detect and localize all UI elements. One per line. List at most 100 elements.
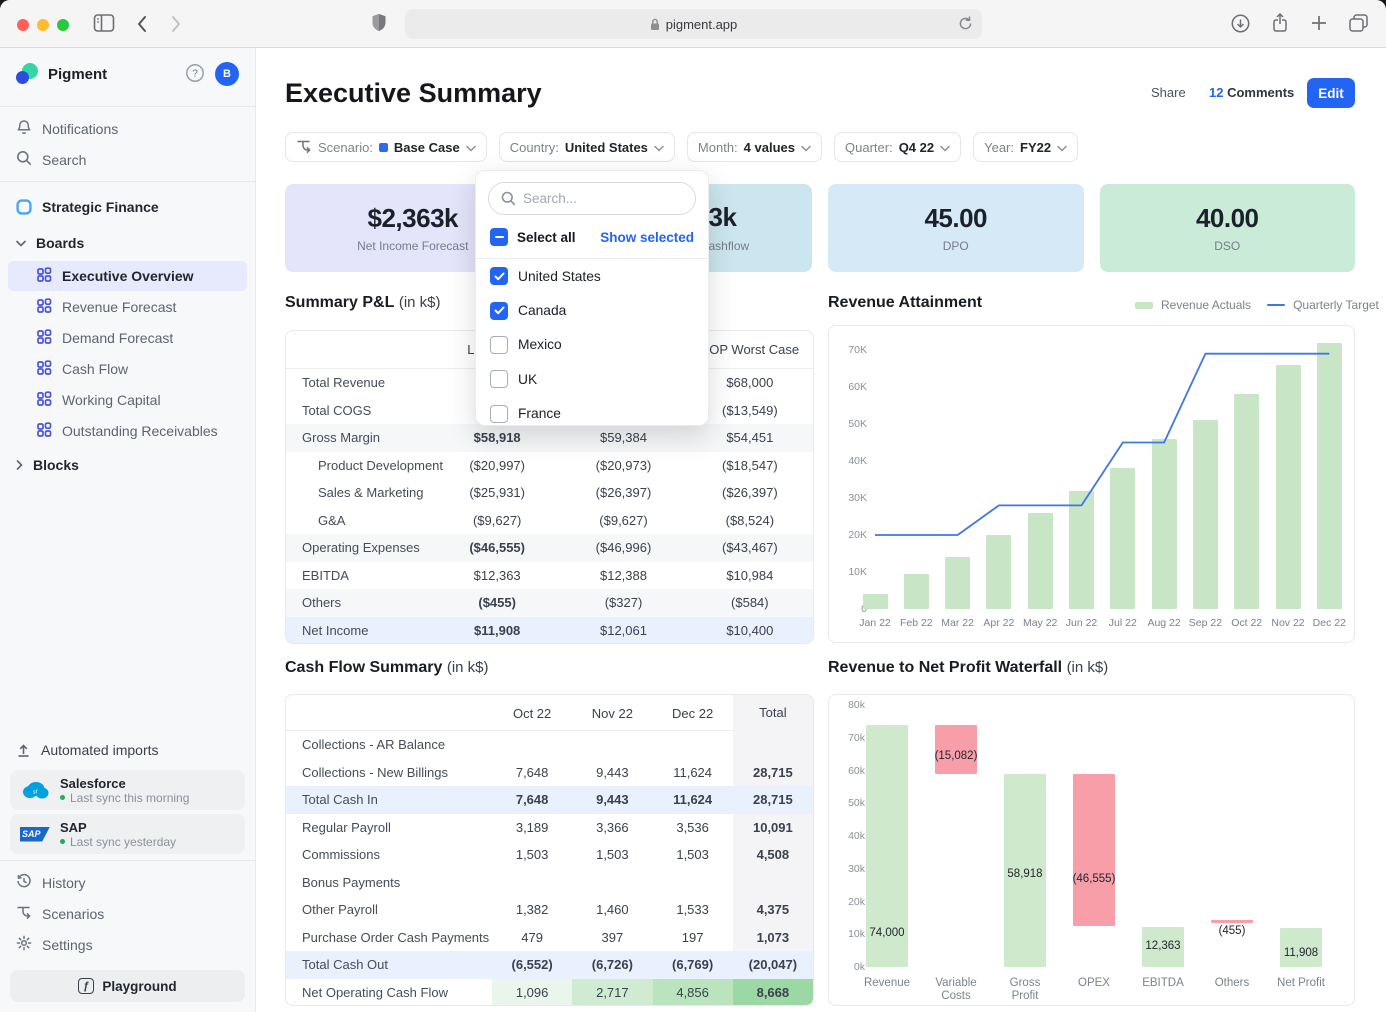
waterfall-bar-label: 11,908 bbox=[1261, 947, 1341, 959]
shield-icon[interactable] bbox=[371, 13, 387, 33]
x-axis-tick: Net Profit bbox=[1263, 977, 1339, 990]
legend-line-swatch bbox=[1267, 304, 1285, 307]
filter-chip-quarter[interactable]: Quarter:Q4 22 bbox=[834, 132, 961, 162]
country-option-mexico[interactable]: Mexico bbox=[476, 328, 708, 362]
waterfall-bar-opex bbox=[1073, 774, 1115, 926]
checkbox-checked-icon[interactable] bbox=[490, 267, 508, 285]
reload-icon[interactable] bbox=[958, 15, 973, 35]
new-tab-icon[interactable] bbox=[1310, 14, 1328, 32]
table-row: Sales & Marketing($25,931)($26,397)($26,… bbox=[286, 479, 813, 507]
sidebar-item-settings[interactable]: Settings bbox=[0, 929, 255, 960]
edit-button[interactable]: Edit bbox=[1307, 78, 1355, 108]
sidebar-item-search[interactable]: Search bbox=[0, 144, 255, 175]
boards-group-toggle[interactable]: Boards bbox=[0, 226, 255, 260]
waterfall-bar-label: (455) bbox=[1192, 925, 1272, 937]
app-name: Pigment bbox=[48, 66, 175, 83]
kpi-card-dso: 40.00DSO bbox=[1100, 184, 1356, 272]
search-icon bbox=[16, 150, 32, 169]
sidebar-item-notifications[interactable]: Notifications bbox=[0, 113, 255, 144]
sidebar-item-workspace[interactable]: Strategic Finance bbox=[0, 188, 255, 226]
address-bar[interactable]: pigment.app bbox=[405, 9, 982, 39]
attainment-legend: Revenue Actuals Quarterly Target bbox=[1135, 298, 1379, 312]
checkbox-unchecked-icon[interactable] bbox=[490, 336, 508, 354]
import-salesforce[interactable]: sf Salesforce Last sync this morning bbox=[10, 770, 245, 810]
pnl-section-title: Summary P&L (in k$) bbox=[285, 294, 441, 312]
checkbox-unchecked-icon[interactable] bbox=[490, 405, 508, 423]
show-selected-link[interactable]: Show selected bbox=[600, 230, 694, 245]
share-button[interactable]: Share bbox=[1151, 85, 1186, 100]
select-all-label[interactable]: Select all bbox=[517, 230, 576, 245]
minimize-window-button[interactable] bbox=[37, 19, 49, 31]
lock-icon bbox=[650, 18, 660, 31]
table-row: Bonus Payments bbox=[286, 869, 813, 897]
filter-chip-month[interactable]: Month:4 values bbox=[687, 132, 822, 162]
filter-chip-country[interactable]: Country:United States bbox=[499, 132, 675, 162]
scenarios-icon bbox=[16, 904, 32, 923]
svg-text:?: ? bbox=[192, 68, 198, 79]
dropdown-search-input[interactable] bbox=[488, 182, 696, 215]
sidebar-item-executive-overview[interactable]: Executive Overview bbox=[8, 261, 247, 291]
y-axis-tick: 0k bbox=[835, 961, 865, 973]
grid-icon bbox=[36, 267, 52, 286]
grid-icon bbox=[36, 360, 52, 379]
waterfall-bar-variable-costs bbox=[935, 725, 977, 774]
search-input[interactable] bbox=[523, 191, 673, 206]
automated-imports-header[interactable]: Automated imports bbox=[0, 734, 255, 766]
downloads-icon[interactable] bbox=[1231, 14, 1250, 33]
back-button[interactable] bbox=[136, 15, 148, 33]
scenarios-icon bbox=[296, 138, 312, 157]
sidebar-item-demand-forecast[interactable]: Demand Forecast bbox=[8, 323, 247, 353]
tab-overview-icon[interactable] bbox=[1348, 13, 1369, 33]
attainment-title: Revenue Attainment bbox=[828, 294, 982, 312]
checkbox-checked-icon[interactable] bbox=[490, 302, 508, 320]
quarterly-target-line bbox=[829, 326, 1356, 644]
kpi-card-dpo: 45.00DPO bbox=[828, 184, 1084, 272]
sidebar-item-scenarios[interactable]: Scenarios bbox=[0, 898, 255, 929]
sync-status-dot bbox=[60, 795, 65, 800]
country-option-united-states[interactable]: United States bbox=[476, 259, 708, 293]
checkbox-unchecked-icon[interactable] bbox=[490, 370, 508, 388]
country-option-france[interactable]: France bbox=[476, 397, 708, 431]
waterfall-bar-label: (15,082) bbox=[916, 750, 996, 762]
table-row: Others($455)($327)($584) bbox=[286, 589, 813, 617]
sidebar-item-working-capital[interactable]: Working Capital bbox=[8, 385, 247, 415]
user-avatar[interactable]: B bbox=[215, 62, 239, 86]
attainment-chart: 010K20K30K40K50K60K70KJan 22Feb 22Mar 22… bbox=[828, 325, 1355, 643]
filter-chip-scenario[interactable]: Scenario:Base Case bbox=[285, 132, 487, 162]
table-row: Purchase Order Cash Payments4793971971,0… bbox=[286, 924, 813, 952]
chevron-right-icon bbox=[16, 460, 23, 470]
waterfall-bar-label: 74,000 bbox=[847, 927, 927, 939]
share-icon[interactable] bbox=[1271, 12, 1289, 34]
kpi-cards: $2,363kNet Income Forecast3kashflow45.00… bbox=[285, 184, 1355, 272]
sidebar-toggle-icon[interactable] bbox=[93, 13, 115, 33]
sidebar-item-cash-flow[interactable]: Cash Flow bbox=[8, 354, 247, 384]
comments-button[interactable]: 12 Comments bbox=[1209, 85, 1294, 100]
sidebar-item-outstanding-receivables[interactable]: Outstanding Receivables bbox=[8, 416, 247, 446]
filter-chip-year[interactable]: Year:FY22 bbox=[973, 132, 1078, 162]
main-content: Executive Summary Share 12 Comments Edit… bbox=[256, 48, 1386, 1012]
table-row: Regular Payroll3,1893,3663,53610,091 bbox=[286, 814, 813, 842]
close-window-button[interactable] bbox=[17, 19, 29, 31]
y-axis-tick: 50k bbox=[835, 797, 865, 809]
y-axis-tick: 40k bbox=[835, 830, 865, 842]
blocks-group-toggle[interactable]: Blocks bbox=[0, 448, 255, 482]
country-option-uk[interactable]: UK bbox=[476, 362, 708, 396]
playground-button[interactable]: ƒ Playground bbox=[10, 970, 245, 1002]
kpi-value: 40.00 bbox=[1196, 203, 1259, 234]
scenario-color-swatch bbox=[379, 143, 388, 152]
sap-logo: SAP bbox=[20, 827, 50, 842]
filter-bar: Scenario:Base Case Country:United States M… bbox=[285, 132, 1078, 162]
select-all-checkbox[interactable] bbox=[490, 228, 508, 246]
forward-button[interactable] bbox=[170, 15, 182, 33]
divider bbox=[0, 860, 255, 861]
country-option-canada[interactable]: Canada bbox=[476, 293, 708, 327]
help-icon[interactable]: ? bbox=[185, 63, 205, 86]
maximize-window-button[interactable] bbox=[57, 19, 69, 31]
import-sap[interactable]: SAP SAP Last sync yesterday bbox=[10, 814, 245, 854]
workspace-icon bbox=[16, 199, 32, 215]
chevron-down-icon bbox=[1057, 140, 1067, 155]
x-axis-tick: OPEX bbox=[1056, 977, 1132, 990]
sidebar-item-history[interactable]: History bbox=[0, 867, 255, 898]
sidebar-item-revenue-forecast[interactable]: Revenue Forecast bbox=[8, 292, 247, 322]
function-icon: ƒ bbox=[78, 978, 94, 994]
